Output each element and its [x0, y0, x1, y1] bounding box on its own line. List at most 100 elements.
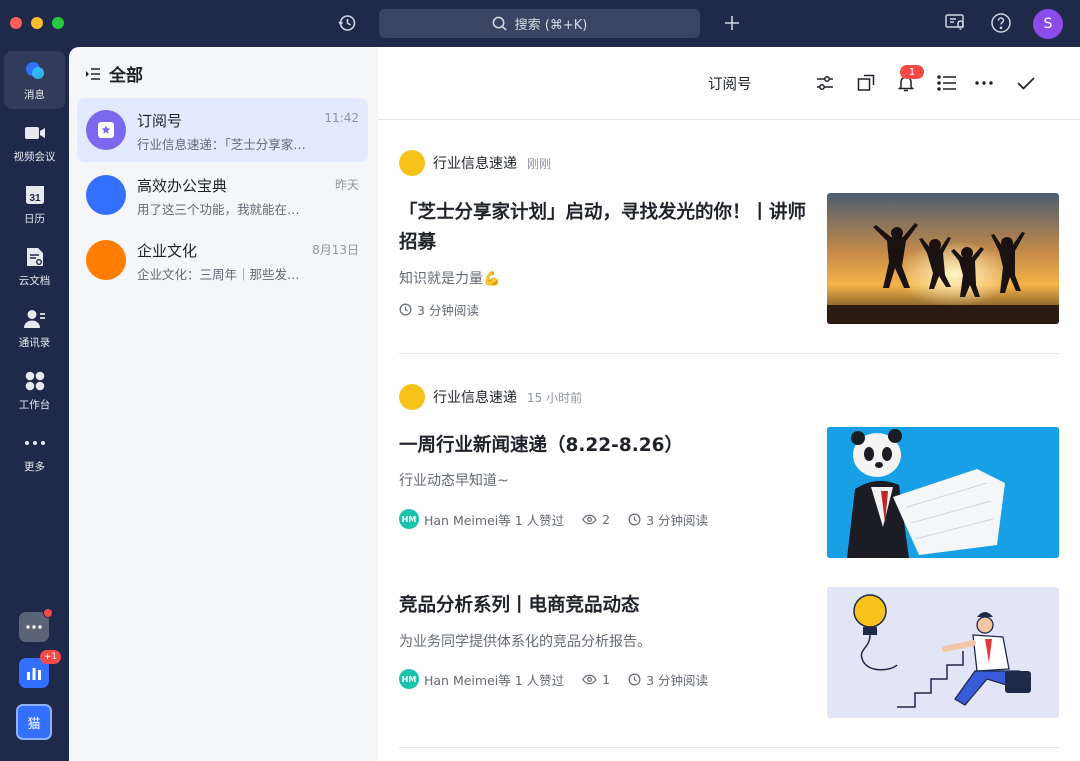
conversation-item-office-tips[interactable]: 高效办公宝典 昨天 用了这三个功能，我就能在5分钟内 [77, 163, 368, 227]
more-horizontal-icon [975, 81, 993, 85]
nav-label: 云文档 [18, 274, 51, 287]
more-options-button[interactable] [972, 71, 996, 95]
conversation-avatar [86, 175, 126, 215]
article-thumbnail-sunset[interactable] [827, 193, 1059, 324]
eye-icon [582, 674, 597, 684]
new-button[interactable] [717, 8, 747, 38]
nav-item-messages[interactable]: 消息 [4, 51, 65, 109]
article-time: 15 小时前 [527, 390, 583, 405]
plus-icon [725, 16, 739, 30]
cat-app-button[interactable]: 猫 [16, 704, 52, 740]
article-title[interactable]: 竞品分析系列丨电商竞品动态 [399, 591, 809, 621]
article-title[interactable]: 「芝士分享家计划」启动，寻找发光的你！丨讲师招募 [399, 198, 809, 258]
conversation-name: 高效办公宝典 [137, 177, 228, 195]
source-avatar [399, 150, 425, 176]
clock-icon [628, 513, 641, 525]
conversation-time: 8月13日 [312, 243, 359, 257]
source-avatar [399, 384, 425, 410]
announcement-button[interactable] [940, 8, 970, 38]
article-title[interactable]: 一周行业新闻速递（8.22-8.26） [399, 431, 809, 461]
article-meta: HM Han Meimei等 1 人赞过 2 3 分钟阅读 [399, 509, 720, 529]
history-button[interactable] [332, 8, 362, 38]
article-meta: HM Han Meimei等 1 人赞过 1 3 分钟阅读 [399, 669, 720, 689]
article-time: 刚刚 [527, 156, 552, 171]
conversation-item-subscriptions[interactable]: 订阅号 11:42 行业信息速递：「芝士分享家计划」启动 [77, 98, 368, 162]
conversation-list: 全部 订阅号 11:42 行业信息速递：「芝士分享家计划」启动 高效办公宝典 昨… [69, 47, 378, 761]
nav-item-video-meeting[interactable]: 视频会议 [4, 113, 65, 171]
search-icon [492, 16, 507, 31]
more-apps-button[interactable] [19, 608, 53, 642]
read-time: 3 分钟阅读 [399, 300, 479, 319]
calendar-icon: 31 [23, 183, 47, 207]
conversation-avatar [86, 240, 126, 280]
window-maximize-button[interactable] [52, 17, 64, 29]
eye-icon [582, 514, 597, 524]
red-dot-badge [43, 608, 53, 618]
nav-label: 消息 [24, 88, 45, 101]
star-doc-icon [98, 122, 114, 138]
article-meta: 3 分钟阅读 [399, 300, 491, 319]
bar-chart-icon [27, 668, 41, 680]
list-view-button[interactable] [935, 71, 959, 95]
likes-text: Han Meimei等 1 人赞过 [424, 512, 565, 528]
read-time: 3 分钟阅读 [628, 670, 708, 689]
liker-avatar: HM [399, 509, 419, 529]
clock-icon [628, 673, 641, 685]
article-desc: 行业动态早知道~ [399, 473, 509, 489]
conversation-item-culture[interactable]: 企业文化 8月13日 企业文化：三周年｜那些发光的人 [77, 228, 368, 292]
conversation-name: 订阅号 [137, 112, 183, 130]
ellipsis-icon [26, 625, 42, 629]
nav-item-contacts[interactable]: 通讯录 [4, 299, 65, 357]
conversation-preview: 行业信息速递：「芝士分享家计划」启动 [137, 137, 307, 152]
views: 2 [582, 512, 610, 527]
help-icon [991, 13, 1011, 33]
help-button[interactable] [986, 8, 1016, 38]
likes[interactable]: HM Han Meimei等 1 人赞过 [399, 509, 564, 529]
clock-icon [399, 303, 412, 316]
read-time: 3 分钟阅读 [628, 510, 708, 529]
left-nav: 消息 视频会议 31 日历 云文档 通讯录 工作台 更多 +1 猫 [0, 47, 69, 761]
article-thumbnail-lightbulb[interactable] [827, 587, 1059, 718]
cloud-doc-icon [23, 245, 47, 269]
conversation-name: 企业文化 [137, 242, 198, 260]
window-minimize-button[interactable] [31, 17, 43, 29]
new-window-button[interactable] [854, 71, 878, 95]
article-divider [399, 747, 1059, 748]
article-thumbnail-panda[interactable] [827, 427, 1059, 558]
search-label: 搜索 (⌘+K) [514, 18, 588, 33]
source-name[interactable]: 行业信息速递 [433, 387, 517, 407]
nav-item-more[interactable]: 更多 [4, 423, 65, 481]
main-header: 订阅号 1 [378, 47, 1080, 120]
conversation-preview: 企业文化：三周年｜那些发光的人 [137, 267, 307, 282]
filter-button[interactable] [813, 71, 837, 95]
user-avatar[interactable]: S [1033, 9, 1063, 39]
sliders-icon [817, 76, 833, 90]
window-pop-out-icon [857, 74, 875, 91]
nav-item-calendar[interactable]: 31 日历 [4, 175, 65, 233]
source-name[interactable]: 行业信息速递 [433, 153, 517, 173]
nav-label: 通讯录 [18, 336, 51, 349]
likes[interactable]: HM Han Meimei等 1 人赞过 [399, 669, 564, 689]
search-bar[interactable]: 搜索 (⌘+K) [379, 9, 700, 38]
nav-label: 视频会议 [13, 150, 56, 163]
article-desc: 知识就是力量💪 [399, 271, 501, 287]
views-count: 2 [602, 511, 611, 527]
main-panel: 订阅号 1 行业信息速递 刚刚 「芝士分享家计划」启动，寻找发光的你！丨讲师招募… [378, 47, 1080, 761]
nav-item-workbench[interactable]: 工作台 [4, 361, 65, 419]
article-divider [399, 353, 1059, 354]
nav-item-cloud-docs[interactable]: 云文档 [4, 237, 65, 295]
window-close-button[interactable] [10, 17, 22, 29]
notification-badge: 1 [900, 65, 924, 79]
check-icon [1017, 77, 1035, 90]
collapse-list-icon[interactable] [85, 67, 101, 81]
conversation-header: 全部 [85, 61, 143, 86]
read-time-text: 3 分钟阅读 [417, 303, 479, 318]
app-badge: +1 [39, 650, 61, 664]
calendar-day: 31 [29, 193, 41, 204]
more-icon [23, 431, 47, 455]
subscription-avatar [86, 110, 126, 150]
avatar-letter: S [1043, 16, 1053, 32]
analytics-app-button[interactable]: +1 [19, 650, 61, 688]
article-source: 行业信息速递 15 小时前 [399, 384, 582, 410]
mark-read-button[interactable] [1014, 71, 1038, 95]
